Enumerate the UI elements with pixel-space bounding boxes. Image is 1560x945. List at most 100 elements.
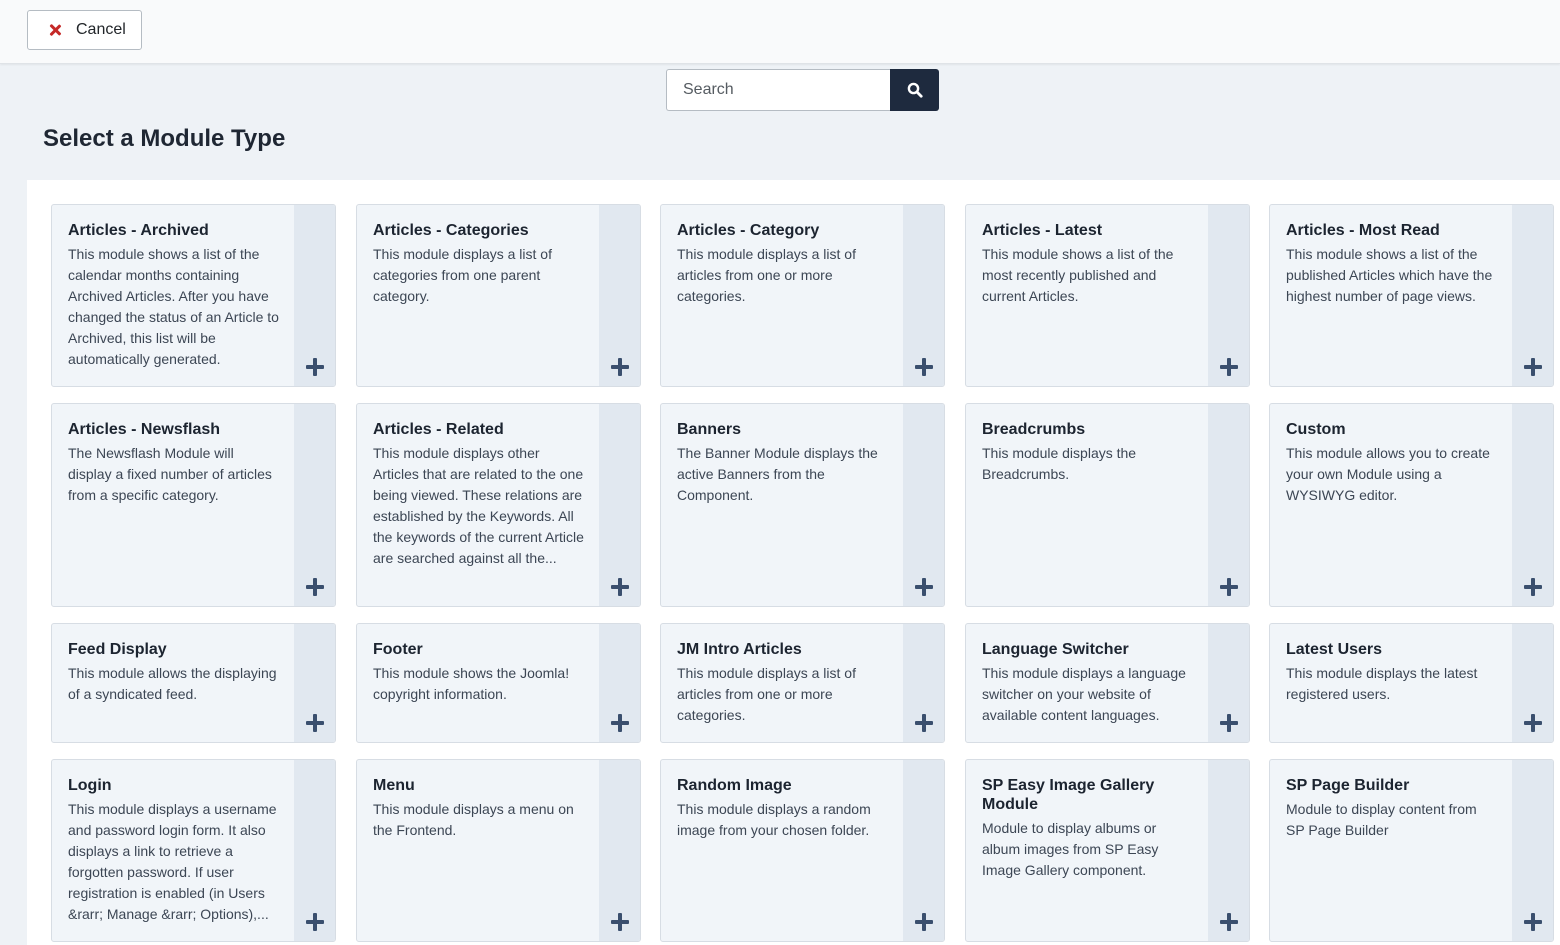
cancel-button[interactable]: Cancel [27,10,142,50]
close-icon [49,24,61,36]
plus-icon [306,578,324,596]
add-module-button[interactable] [294,624,335,742]
module-card-body: SP Page Builder Module to display content… [1286,776,1498,841]
add-module-button[interactable] [1512,205,1553,386]
module-card-body: Articles - Categories This module display… [373,221,585,307]
module-title: Latest Users [1286,641,1383,658]
module-card[interactable]: JM Intro Articles This module displays a … [660,623,945,743]
add-module-button[interactable] [1512,404,1553,606]
add-module-button[interactable] [599,404,640,606]
plus-icon [611,913,629,931]
plus-icon [915,714,933,732]
add-module-button[interactable] [294,760,335,941]
plus-icon [915,578,933,596]
module-title: Feed Display [68,641,167,658]
module-card[interactable]: Articles - Latest This module shows a lis… [965,204,1250,387]
module-card-body: Feed Display This module allows the displ… [68,640,280,705]
module-card-body: Custom This module allows you to create y… [1286,420,1498,506]
module-card-body: Breadcrumbs This module displays the Brea… [982,420,1194,485]
module-card[interactable]: Articles - Categories This module display… [356,204,641,387]
module-title: Random Image [677,777,792,794]
module-card-body: Menu This module displays a menu on the F… [373,776,585,841]
module-description: This module displays the latest register… [1286,665,1478,702]
module-title: Articles - Archived [68,222,209,239]
module-card[interactable]: Banners The Banner Module displays the ac… [660,403,945,607]
add-module-button[interactable] [294,404,335,606]
module-description: This module shows a list of the calendar… [68,246,279,367]
cancel-label: Cancel [76,21,126,38]
module-card[interactable]: Login This module displays a username and… [51,759,336,942]
module-card[interactable]: Custom This module allows you to create y… [1269,403,1554,607]
module-card[interactable]: Footer This module shows the Joomla! copy… [356,623,641,743]
module-title: Articles - Categories [373,222,529,239]
plus-icon [611,358,629,376]
module-card[interactable]: Articles - Most Read This module shows a … [1269,204,1554,387]
module-card[interactable]: Articles - Newsflash The Newsflash Module… [51,403,336,607]
module-description: Module to display content from SP Page B… [1286,801,1477,838]
module-title: SP Easy Image Gallery Module [982,777,1155,813]
module-card[interactable]: Language Switcher This module displays a … [965,623,1250,743]
add-module-button[interactable] [1512,624,1553,742]
plus-icon [1220,578,1238,596]
module-card[interactable]: Articles - Related This module displays o… [356,403,641,607]
add-module-button[interactable] [1208,404,1249,606]
module-description: The Newsflash Module will display a fixe… [68,445,272,503]
module-card-body: Random Image This module displays a rando… [677,776,889,841]
add-module-button[interactable] [903,205,944,386]
add-module-button[interactable] [599,624,640,742]
module-card-body: Articles - Latest This module shows a lis… [982,221,1194,307]
module-description: Module to display albums or album images… [982,820,1159,878]
add-module-button[interactable] [294,205,335,386]
module-card-body: Footer This module shows the Joomla! copy… [373,640,585,705]
module-card[interactable]: Random Image This module displays a rando… [660,759,945,942]
module-card-body: JM Intro Articles This module displays a … [677,640,889,726]
plus-icon [611,714,629,732]
plus-icon [1220,913,1238,931]
add-module-button[interactable] [903,624,944,742]
add-module-button[interactable] [599,760,640,941]
module-card-body: Banners The Banner Module displays the ac… [677,420,889,506]
search-button[interactable] [890,69,939,111]
module-card[interactable]: SP Easy Image Gallery Module Module to di… [965,759,1250,942]
module-title: SP Page Builder [1286,777,1410,794]
module-card[interactable]: Menu This module displays a menu on the F… [356,759,641,942]
add-module-button[interactable] [903,760,944,941]
module-card-body: Latest Users This module displays the lat… [1286,640,1498,705]
add-module-button[interactable] [599,205,640,386]
search-input[interactable] [666,69,890,111]
plus-icon [306,913,324,931]
add-module-button[interactable] [1208,760,1249,941]
plus-icon [1524,714,1542,732]
add-module-button[interactable] [903,404,944,606]
module-description: This module displays other Articles that… [373,445,584,566]
module-card[interactable]: SP Page Builder Module to display content… [1269,759,1554,942]
module-card[interactable]: Feed Display This module allows the displ… [51,623,336,743]
add-module-button[interactable] [1208,205,1249,386]
module-list-panel: Articles - Archived This module shows a l… [27,180,1560,945]
module-card-body: Language Switcher This module displays a … [982,640,1194,726]
module-description: This module allows you to create your ow… [1286,445,1490,503]
module-title: Banners [677,421,742,438]
toolbar: Cancel [0,0,1560,64]
module-title: Articles - Newsflash [68,421,221,438]
module-title: JM Intro Articles [677,641,802,658]
module-title: Login [68,777,112,794]
plus-icon [1524,358,1542,376]
plus-icon [1524,913,1542,931]
module-card[interactable]: Breadcrumbs This module displays the Brea… [965,403,1250,607]
module-description: This module shows the Joomla! copyright … [373,665,570,702]
search-bar [666,69,939,111]
plus-icon [306,358,324,376]
plus-icon [1524,578,1542,596]
module-title: Articles - Latest [982,222,1103,239]
page-title: Select a Module Type [43,125,286,152]
module-card[interactable]: Articles - Archived This module shows a l… [51,204,336,387]
add-module-button[interactable] [1512,760,1553,941]
plus-icon [306,714,324,732]
add-module-button[interactable] [1208,624,1249,742]
module-card[interactable]: Articles - Category This module displays … [660,204,945,387]
module-description: This module displays a username and pass… [68,801,277,922]
module-description: This module displays a language switcher… [982,665,1186,723]
module-card[interactable]: Latest Users This module displays the lat… [1269,623,1554,743]
module-description: This module displays a list of categorie… [373,246,552,304]
